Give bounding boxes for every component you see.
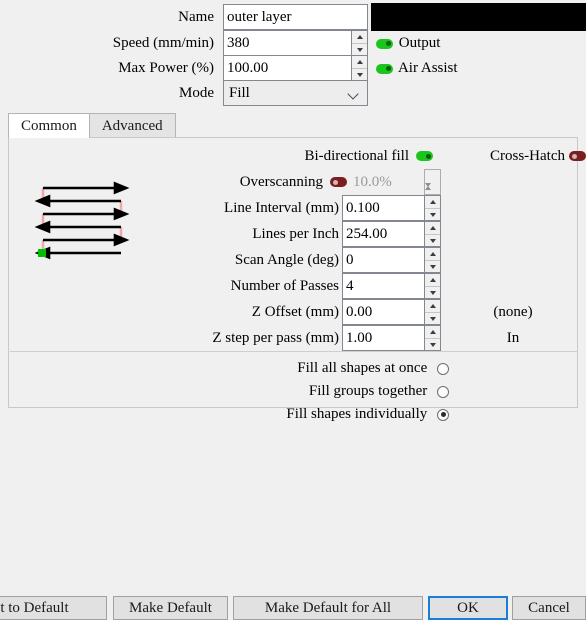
scan-angle-value[interactable]: 0 <box>342 247 424 273</box>
number-of-passes-step-down[interactable] <box>425 286 440 298</box>
mode-label: Mode <box>179 85 214 101</box>
output-label: Output <box>398 35 441 51</box>
max-power-stepper[interactable] <box>351 55 368 81</box>
reset-to-default-button[interactable]: t to Default <box>0 596 107 620</box>
z-offset-step-up[interactable] <box>425 300 440 312</box>
z-offset-source-value: (none) <box>493 304 533 320</box>
output-row[interactable]: Output <box>376 30 440 56</box>
max-power-label: Max Power (%) <box>118 60 214 76</box>
layer-settings-form: Name Speed (mm/min) 380 Output Max Power… <box>0 0 586 110</box>
speed-step-down[interactable] <box>352 43 367 55</box>
fill-groups-together-label: Fill groups together <box>308 383 428 399</box>
line-interval-label: Line Interval (mm) <box>224 200 339 216</box>
name-label: Name <box>178 9 214 25</box>
make-default-for-all-button[interactable]: Make Default for All <box>233 596 423 620</box>
overscanning-stepper[interactable] <box>424 169 441 203</box>
fill-shapes-individually-radio[interactable] <box>437 408 449 421</box>
number-of-passes-label: Number of Passes <box>230 278 339 294</box>
scan-angle-label: Scan Angle (deg) <box>234 252 339 268</box>
fill-start-marker <box>38 249 46 257</box>
max-power-step-up[interactable] <box>352 56 367 68</box>
overscanning-toggle[interactable] <box>330 177 347 187</box>
name-input[interactable] <box>223 4 368 30</box>
number-of-passes-step-up[interactable] <box>425 274 440 286</box>
cancel-button[interactable]: Cancel <box>512 596 586 620</box>
z-offset-step-down[interactable] <box>425 312 440 324</box>
panel-divider <box>10 351 578 352</box>
z-offset-value[interactable]: 0.00 <box>342 299 424 325</box>
fill-all-shapes-at-once-radio[interactable] <box>437 362 449 375</box>
dialog-button-bar: t to Default Make Default Make Default f… <box>0 596 586 620</box>
speed-spinbox[interactable]: 380 <box>223 30 368 56</box>
z-step-per-pass-value[interactable]: 1.00 <box>342 325 424 351</box>
z-offset-spinbox[interactable]: 0.00 <box>342 299 441 325</box>
line-interval-step-down[interactable] <box>425 208 440 220</box>
max-power-spinbox[interactable]: 100.00 <box>223 55 368 81</box>
z-step-per-pass-spinbox[interactable]: 1.00 <box>342 325 441 351</box>
cut-settings-editor-dialog: Name Speed (mm/min) 380 Output Max Power… <box>0 0 586 620</box>
common-tab-panel: Bi-directional fill Cross-Hatch Overscan… <box>8 137 586 422</box>
fill-groups-together-option[interactable]: Fill groups together <box>69 379 449 404</box>
mode-select[interactable]: Fill <box>223 80 368 106</box>
line-interval-step-up[interactable] <box>425 196 440 208</box>
fill-shapes-individually-option[interactable]: Fill shapes individually <box>69 402 449 427</box>
scan-angle-spinbox[interactable]: 0 <box>342 247 441 273</box>
speed-step-up[interactable] <box>352 31 367 43</box>
overscanning-value: 10.0% <box>353 174 392 190</box>
scan-angle-step-up[interactable] <box>425 248 440 260</box>
make-default-button[interactable]: Make Default <box>113 596 228 620</box>
scan-angle-step-down[interactable] <box>425 260 440 272</box>
lines-per-inch-spinbox[interactable]: 254.00 <box>342 221 441 247</box>
fill-shapes-individually-label: Fill shapes individually <box>286 406 428 422</box>
z-step-per-pass-step-up[interactable] <box>425 326 440 338</box>
number-of-passes-spinbox[interactable]: 4 <box>342 273 441 299</box>
line-interval-value[interactable]: 0.100 <box>342 195 424 221</box>
air-assist-row[interactable]: Air Assist <box>376 55 458 81</box>
fill-groups-together-radio[interactable] <box>437 385 449 398</box>
layer-color-swatch[interactable] <box>371 3 586 31</box>
cross-hatch-toggle[interactable] <box>569 151 586 161</box>
output-toggle[interactable] <box>376 38 393 49</box>
speed-stepper[interactable] <box>351 30 368 56</box>
air-assist-toggle[interactable] <box>376 63 393 74</box>
speed-label: Speed (mm/min) <box>112 35 214 51</box>
speed-value[interactable]: 380 <box>223 30 351 56</box>
z-step-units-value: In <box>506 330 520 346</box>
lines-per-inch-step-up[interactable] <box>425 222 440 234</box>
mode-value: Fill <box>229 85 250 101</box>
ok-button[interactable]: OK <box>428 596 508 620</box>
cross-hatch-label: Cross-Hatch <box>490 148 565 164</box>
z-step-per-pass-label: Z step per pass (mm) <box>212 330 339 346</box>
overscanning-label: Overscanning <box>239 174 323 190</box>
z-step-per-pass-step-down[interactable] <box>425 338 440 350</box>
number-of-passes-value[interactable]: 4 <box>342 273 424 299</box>
air-assist-label: Air Assist <box>397 60 458 76</box>
max-power-step-down[interactable] <box>352 68 367 80</box>
tab-advanced[interactable]: Advanced <box>88 113 176 138</box>
bidirectional-fill-label: Bi-directional fill <box>304 148 409 164</box>
tab-common[interactable]: Common <box>8 113 90 138</box>
z-offset-label: Z Offset (mm) <box>251 304 339 320</box>
max-power-value[interactable]: 100.00 <box>223 55 351 81</box>
lines-per-inch-label: Lines per Inch <box>252 226 339 242</box>
lines-per-inch-step-down[interactable] <box>425 234 440 246</box>
line-interval-spinbox[interactable]: 0.100 <box>342 195 441 221</box>
fill-all-shapes-at-once-option[interactable]: Fill all shapes at once <box>69 356 449 381</box>
fill-all-shapes-at-once-label: Fill all shapes at once <box>297 360 428 376</box>
lines-per-inch-value[interactable]: 254.00 <box>342 221 424 247</box>
chevron-down-icon <box>349 88 360 99</box>
settings-tabs: Common Advanced <box>8 113 176 138</box>
